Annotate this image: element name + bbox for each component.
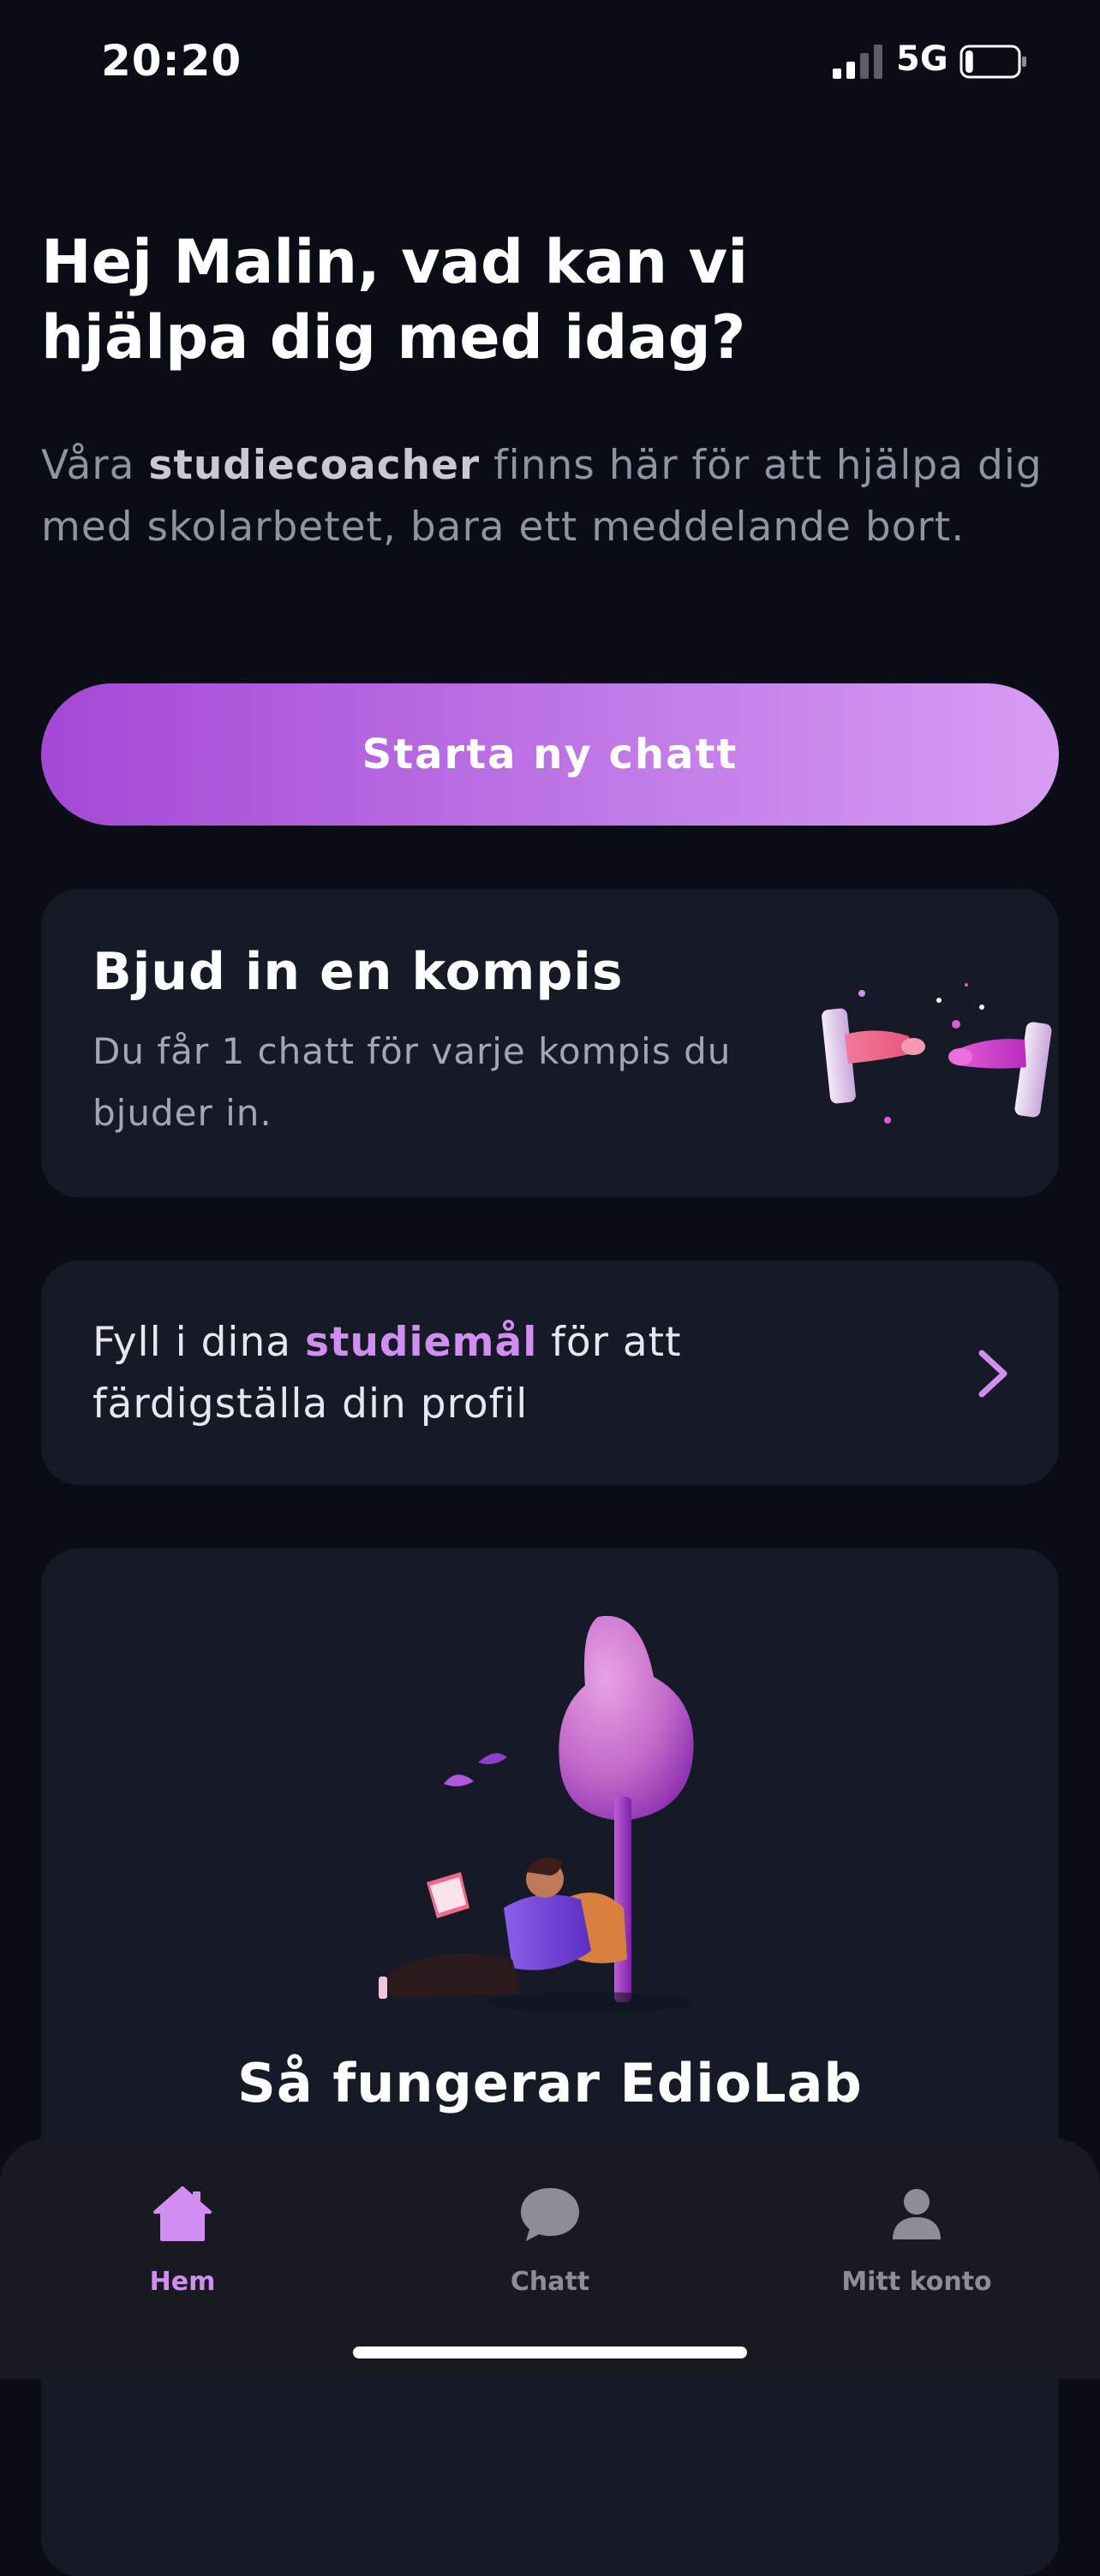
house-icon	[153, 2186, 212, 2241]
status-time: 20:20	[101, 36, 242, 86]
tab-my-account[interactable]: Mitt konto	[788, 2138, 1045, 2310]
study-goals-text: Fyll i dina studiemål för att färdigstäl…	[93, 1312, 864, 1435]
intro-text: Våra studiecoacher finns här för att hjä…	[41, 435, 1052, 558]
tab-chat[interactable]: Chatt	[421, 2138, 679, 2310]
tab-my-account-label: Mitt konto	[841, 2267, 992, 2297]
chevron-right-icon[interactable]	[966, 1346, 1018, 1401]
status-bar: 20:20 5G	[0, 0, 1100, 128]
battery-icon	[960, 45, 1026, 79]
person-icon	[893, 2189, 941, 2239]
intro-prefix: Våra	[41, 442, 149, 489]
bottom-tab-bar: Hem Chatt Mitt konto	[0, 2138, 1100, 2379]
goals-emphasis: studiemål	[305, 1319, 538, 1366]
tab-home-label: Hem	[149, 2267, 216, 2297]
invite-card-title: Bjud in en kompis	[93, 942, 624, 1002]
how-it-works-card[interactable]: Så fungerar EdioLab	[41, 1548, 1059, 2576]
network-type: 5G	[896, 39, 948, 79]
person-reading-under-tree-illustration	[379, 1615, 694, 2012]
home-indicator[interactable]	[353, 2346, 747, 2358]
how-it-works-title: Så fungerar EdioLab	[237, 2052, 863, 2114]
reaching-hands-illustration	[822, 983, 1052, 1124]
intro-emphasis: studiecoacher	[148, 442, 481, 489]
study-goals-card[interactable]: Fyll i dina studiemål för att färdigstäl…	[41, 1261, 1059, 1485]
goals-prefix: Fyll i dina	[93, 1319, 306, 1366]
invite-card-description: Du får 1 chatt för varje kompis du bjude…	[93, 1030, 732, 1134]
tab-home[interactable]: Hem	[54, 2138, 311, 2310]
invite-friend-card[interactable]: Bjud in en kompis Du får 1 chatt för var…	[41, 889, 1059, 1197]
greeting-heading: Hej Malin, vad kan vi hjälpa dig med ida…	[41, 227, 749, 373]
cellular-signal-icon	[833, 45, 882, 79]
chat-bubble-icon	[521, 2188, 579, 2241]
start-new-chat-button[interactable]: Starta ny chatt	[41, 683, 1059, 826]
tab-chat-label: Chatt	[510, 2267, 590, 2297]
